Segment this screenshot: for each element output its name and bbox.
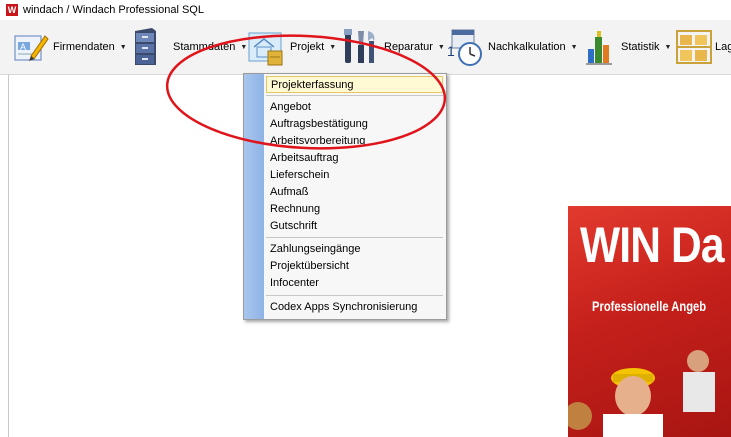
menu-item-arbeitsvorbereitung[interactable]: Arbeitsvorbereitung xyxy=(266,132,443,149)
toolbar-nachkalkulation-button[interactable]: 1 Nachkalkulation ▼ xyxy=(446,20,578,74)
chevron-down-icon: ▼ xyxy=(329,43,337,51)
projekt-dropdown-menu: Projekterfassung Angebot Auftragsbestäti… xyxy=(243,73,447,320)
menu-item-arbeitsauftrag[interactable]: Arbeitsauftrag xyxy=(266,149,443,166)
calendar-clock-icon: 1 xyxy=(447,29,482,66)
menu-item-projekterfassung[interactable]: Projekterfassung xyxy=(266,76,443,93)
chevron-down-icon: ▼ xyxy=(664,43,672,51)
toolbar-reparatur-button[interactable]: Reparatur ▼ xyxy=(340,20,445,74)
svg-text:1: 1 xyxy=(447,43,455,59)
svg-text:A: A xyxy=(20,42,26,52)
chevron-down-icon: ▼ xyxy=(119,43,127,51)
menu-item-angebot[interactable]: Angebot xyxy=(266,98,443,115)
menu-item-aufmass[interactable]: Aufmaß xyxy=(266,183,443,200)
toolbar-lager-button[interactable]: Lag xyxy=(676,20,731,74)
toolbar-firmendaten-button[interactable]: A Firmendaten ▼ xyxy=(13,20,127,74)
main-toolbar: A Firmendaten ▼ Stammdaten ▼ Projekt ▼ R… xyxy=(0,20,731,75)
banner-subtitle: Professionelle Angeb xyxy=(592,298,707,314)
tools-icon xyxy=(344,29,375,63)
toolbar-label: Statistik xyxy=(621,41,660,53)
menu-item-codex-apps-synchronisierung[interactable]: Codex Apps Synchronisierung xyxy=(266,298,443,315)
menu-item-rechnung[interactable]: Rechnung xyxy=(266,200,443,217)
window-title: windach / Windach Professional SQL xyxy=(23,4,204,16)
house-blueprint-icon xyxy=(248,32,283,66)
title-bar: W windach / Windach Professional SQL xyxy=(0,0,731,20)
toolbar-label: Reparatur xyxy=(384,41,433,53)
chevron-down-icon: ▼ xyxy=(570,43,578,51)
pencil-form-icon: A xyxy=(14,35,49,61)
menu-item-lieferschein[interactable]: Lieferschein xyxy=(266,166,443,183)
toolbar-label: Projekt xyxy=(290,41,325,53)
menu-item-gutschrift[interactable]: Gutschrift xyxy=(266,217,443,234)
product-banner: WIN Da Professionelle Angeb xyxy=(568,206,731,437)
app-logo-icon: W xyxy=(6,4,18,16)
toolbar-label: Lag xyxy=(715,41,731,53)
bar-chart-icon xyxy=(586,31,612,65)
menu-item-projektuebersicht[interactable]: Projektübersicht xyxy=(266,257,443,274)
toolbar-label: Firmendaten xyxy=(53,41,115,53)
menu-icon-strip xyxy=(244,74,264,319)
menu-separator xyxy=(266,95,443,96)
menu-item-auftragsbestaetigung[interactable]: Auftragsbestätigung xyxy=(266,115,443,132)
menu-item-infocenter[interactable]: Infocenter xyxy=(266,274,443,291)
workers-illustration-icon xyxy=(568,350,715,437)
toolbar-statistik-button[interactable]: Statistik ▼ xyxy=(585,20,671,74)
toolbar-label: Stammdaten xyxy=(173,41,236,53)
banner-title: WIN Da xyxy=(580,217,725,273)
filing-cabinet-icon xyxy=(135,28,156,65)
menu-separator xyxy=(266,237,443,238)
toolbar-projekt-button[interactable]: Projekt ▼ xyxy=(248,20,336,74)
shelf-boxes-icon xyxy=(676,30,712,64)
menu-separator xyxy=(266,295,443,296)
chevron-down-icon: ▼ xyxy=(437,43,445,51)
chevron-down-icon: ▼ xyxy=(240,43,248,51)
toolbar-stammdaten-button[interactable]: Stammdaten ▼ xyxy=(132,20,247,74)
menu-item-zahlungseingaenge[interactable]: Zahlungseingänge xyxy=(266,240,443,257)
toolbar-label: Nachkalkulation xyxy=(488,41,566,53)
